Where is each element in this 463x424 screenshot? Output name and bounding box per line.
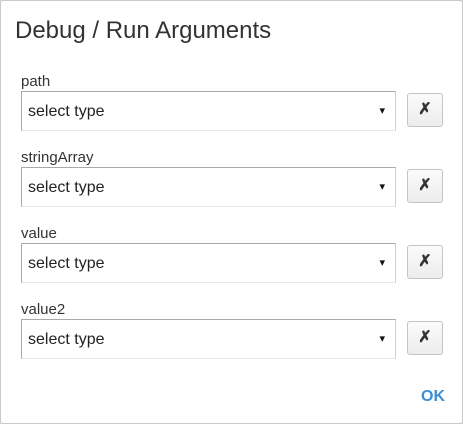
select-value: select type [28,255,105,272]
close-icon: ✗ [418,329,432,346]
chevron-down-icon: ▾ [379,105,385,117]
remove-argument-button[interactable]: ✗ [407,245,443,279]
chevron-down-icon: ▾ [379,333,385,345]
type-select[interactable]: select type ▾ [21,91,396,131]
argument-label: value2 [21,301,66,318]
close-icon: ✗ [418,101,432,118]
remove-argument-button[interactable]: ✗ [407,93,443,127]
select-value: select type [28,179,105,196]
select-value: select type [28,331,105,348]
close-icon: ✗ [418,253,432,270]
close-icon: ✗ [418,177,432,194]
remove-argument-button[interactable]: ✗ [407,321,443,355]
type-select[interactable]: select type ▾ [21,243,396,283]
chevron-down-icon: ▾ [379,257,385,269]
argument-label: stringArray [21,149,94,166]
debug-run-arguments-dialog: Debug / Run Arguments path select type ▾… [0,0,463,424]
argument-label: value [21,225,57,242]
dialog-title: Debug / Run Arguments [15,17,272,44]
type-select[interactable]: select type ▾ [21,319,396,359]
type-select[interactable]: select type ▾ [21,167,396,207]
remove-argument-button[interactable]: ✗ [407,169,443,203]
chevron-down-icon: ▾ [379,181,385,193]
ok-button[interactable]: OK [421,387,445,407]
argument-label: path [21,73,51,90]
select-value: select type [28,103,105,120]
